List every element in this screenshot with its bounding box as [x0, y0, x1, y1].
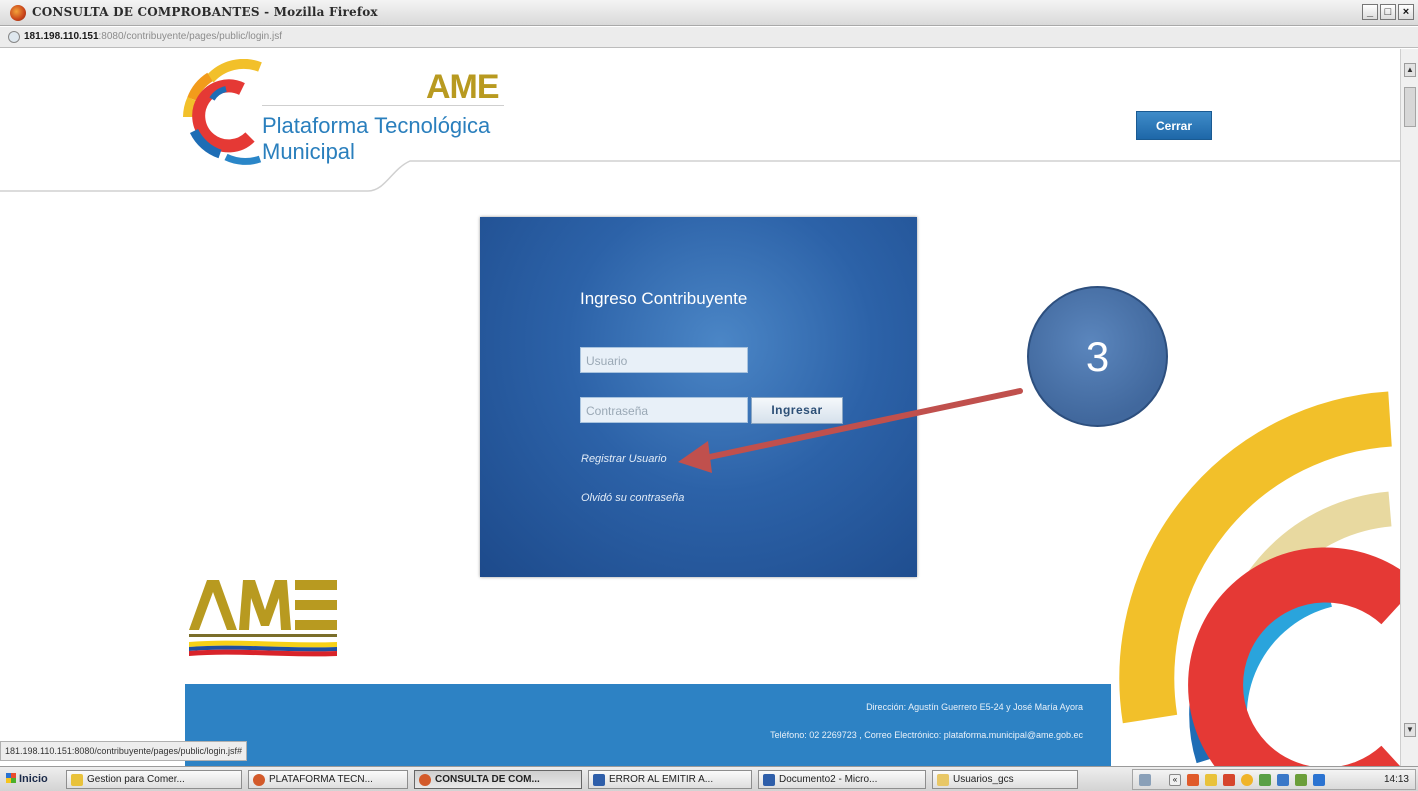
scroll-thumb[interactable]	[1404, 87, 1416, 127]
firefox-icon	[253, 774, 265, 786]
url-host: 181.198.110.151	[24, 31, 99, 42]
maximize-button[interactable]: □	[1380, 4, 1396, 20]
forgot-password-link[interactable]: Olvidó su contraseña	[581, 492, 684, 504]
cerrar-button[interactable]: Cerrar	[1136, 111, 1212, 140]
vertical-scrollbar[interactable]: ▲ ▼	[1400, 49, 1418, 766]
task-label: Documento2 - Micro...	[779, 774, 878, 785]
word-icon	[763, 774, 775, 786]
scroll-up-arrow[interactable]: ▲	[1404, 63, 1416, 77]
task-label: PLATAFORMA TECN...	[269, 774, 373, 785]
minimize-button[interactable]: _	[1362, 4, 1378, 20]
taskbar-item[interactable]: ERROR AL EMITIR A...	[588, 770, 752, 789]
task-label: Gestion para Comer...	[87, 774, 185, 785]
taskbar-item[interactable]: PLATAFORMA TECN...	[248, 770, 408, 789]
ame-bottom-logo	[189, 580, 337, 657]
brand-divider	[262, 105, 504, 106]
status-bar-url: 181.198.110.151:8080/contribuyente/pages…	[0, 741, 248, 761]
address-bar[interactable]: 181.198.110.151:8080/contribuyente/pages…	[0, 27, 1418, 48]
login-panel: Ingreso Contribuyente Usuario Contraseña…	[480, 217, 917, 577]
taskbar-item-active[interactable]: CONSULTA DE COM...	[414, 770, 582, 789]
url-path: :8080/contribuyente/pages/public/login.j…	[98, 31, 282, 42]
firefox-icon	[10, 5, 26, 21]
tray-app-icon[interactable]	[1205, 774, 1217, 786]
screen: CONSULTA DE COMPROBANTES - Mozilla Firef…	[0, 0, 1418, 791]
login-title: Ingreso Contribuyente	[580, 289, 748, 308]
footer-address: Dirección: Agustín Guerrero E5-24 y José…	[866, 702, 1083, 712]
page-footer: Dirección: Agustín Guerrero E5-24 y José…	[185, 684, 1111, 766]
clock: 14:13	[1383, 774, 1409, 785]
decorative-arcs	[1119, 391, 1400, 766]
task-label: ERROR AL EMITIR A...	[609, 774, 714, 785]
scroll-down-arrow[interactable]: ▼	[1404, 723, 1416, 737]
tray-app-icon[interactable]	[1223, 774, 1235, 786]
system-tray: « 14:13	[1132, 769, 1416, 790]
taskbar-item[interactable]: Gestion para Comer...	[66, 770, 242, 789]
taskbar-item[interactable]: Usuarios_gcs	[932, 770, 1078, 789]
word-icon	[593, 774, 605, 786]
expand-tray-icon[interactable]: «	[1169, 774, 1181, 786]
password-input[interactable]: Contraseña	[580, 397, 748, 423]
windows-logo-icon	[6, 773, 16, 783]
task-label: CONSULTA DE COM...	[435, 774, 540, 785]
step-number-badge: 3	[1027, 286, 1168, 427]
taskbar: Inicio Gestion para Comer... PLATAFORMA …	[0, 766, 1418, 791]
close-window-button[interactable]: ×	[1398, 4, 1414, 20]
register-user-link[interactable]: Registrar Usuario	[581, 453, 667, 465]
task-label: Usuarios_gcs	[953, 774, 1014, 785]
start-label: Inicio	[19, 773, 48, 785]
taskbar-item[interactable]: Documento2 - Micro...	[758, 770, 926, 789]
url-field[interactable]: 181.198.110.151:8080/contribuyente/pages…	[24, 31, 282, 42]
folder-icon	[937, 774, 949, 786]
window-title: CONSULTA DE COMPROBANTES - Mozilla Firef…	[32, 5, 378, 19]
ingresar-button[interactable]: Ingresar	[751, 397, 843, 424]
brand-subtitle: Municipal	[262, 139, 355, 164]
ame-logo-text: AME	[426, 68, 500, 106]
footer-contact: Teléfono: 02 2269723 , Correo Electrónic…	[770, 730, 1083, 740]
firefox-icon	[419, 774, 431, 786]
volume-icon[interactable]	[1313, 774, 1325, 786]
page-viewport: AME Plataforma Tecnológica Municipal Cer…	[0, 49, 1400, 766]
tray-app-icon[interactable]	[1187, 774, 1199, 786]
tray-app-icon[interactable]	[1295, 774, 1307, 786]
tray-app-icon[interactable]	[1259, 774, 1271, 786]
network-icon[interactable]	[1277, 774, 1289, 786]
globe-icon	[8, 31, 20, 43]
start-button[interactable]: Inicio	[2, 770, 56, 789]
language-icon[interactable]	[1139, 774, 1151, 786]
brand-title: Plataforma Tecnológica	[262, 113, 491, 138]
window-titlebar: CONSULTA DE COMPROBANTES - Mozilla Firef…	[0, 0, 1418, 26]
app-icon	[71, 774, 83, 786]
username-input[interactable]: Usuario	[580, 347, 748, 373]
tray-app-icon[interactable]	[1241, 774, 1253, 786]
